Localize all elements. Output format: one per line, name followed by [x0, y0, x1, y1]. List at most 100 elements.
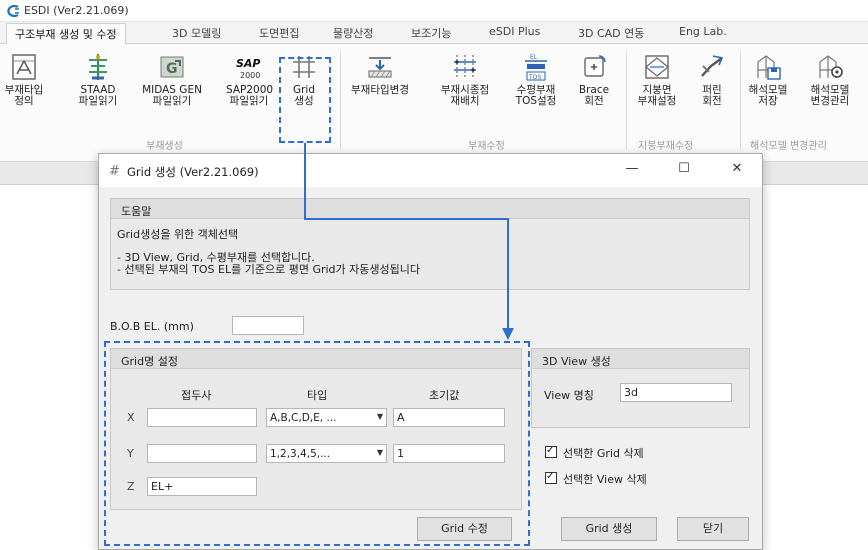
tab-eng-lab[interactable]: Eng Lab. — [679, 25, 727, 38]
dialog-close-button[interactable]: 닫기 — [677, 517, 749, 541]
grid-name-section: Grid명 설정 접두사 타입 초기값 X A,B,C,D,E, ... ▼ Y… — [110, 348, 522, 510]
minimize-button[interactable]: — — [621, 161, 643, 179]
grid-modify-button[interactable]: Grid 수정 — [417, 517, 512, 541]
z-prefix-input[interactable] — [147, 477, 257, 496]
x-initial-input[interactable] — [393, 408, 505, 427]
midas-gen-file-icon: G — [160, 56, 184, 78]
view-name-label: View 명칭 — [544, 389, 594, 402]
grid-name-title: Grid명 설정 — [121, 355, 178, 368]
purlin-rotate-button[interactable]: 퍼린 회전 — [694, 52, 730, 107]
analysis-model-save-button[interactable]: 해석모델 저장 — [744, 52, 792, 107]
app-title: ESDI (Ver2.21.069) — [24, 4, 129, 17]
analysis-model-save-icon — [757, 55, 781, 80]
group-label-analysis: 해석모델 변경관리 — [750, 141, 827, 152]
group-label-member-edit: 부재수정 — [468, 141, 505, 152]
member-type-change-button[interactable]: 부재타입변경 — [346, 52, 414, 96]
svg-text:SAP: SAP — [236, 57, 261, 70]
tab-3d-modeling[interactable]: 3D 모델링 — [172, 25, 221, 41]
member-type-define-button[interactable]: 부재타입 정의 — [2, 52, 46, 107]
tab-esdi-plus[interactable]: eSDI Plus — [489, 25, 540, 38]
tab-auxiliary[interactable]: 보조기능 — [411, 25, 451, 41]
midas-gen-import-label: MIDAS GEN 파일읽기 — [142, 84, 202, 107]
y-type-select[interactable]: 1,2,3,4,5,... ▼ — [266, 444, 387, 463]
type-column-header: 타입 — [307, 389, 328, 402]
prefix-column-header: 접두사 — [181, 389, 212, 402]
purlin-rotate-label: 퍼린 회전 — [702, 84, 722, 107]
close-button[interactable]: ✕ — [726, 161, 748, 179]
grid-create-ribbon-button[interactable]: Grid 생성 — [284, 52, 324, 107]
chevron-down-icon: ▼ — [376, 412, 383, 421]
view3d-section: 3D View 생성 View 명칭 — [531, 348, 750, 428]
roof-member-button[interactable]: 지붕면 부재설정 — [632, 52, 682, 107]
ribbon-separator — [340, 50, 341, 150]
help-line: - 선택된 부재의 TOS EL를 기준으로 평면 Grid가 자동생성됩니다 — [117, 263, 420, 276]
member-reposition-button[interactable]: 부재시종점 재배치 — [436, 52, 494, 107]
tab-drawing-edit[interactable]: 도면편집 — [259, 25, 299, 41]
roof-member-label: 지붕면 부재설정 — [637, 84, 677, 107]
tos-set-icon: EL TOS — [525, 54, 547, 81]
ribbon-separator — [740, 50, 741, 150]
delete-grid-checkbox[interactable]: ✓ — [545, 445, 557, 458]
brace-rotate-button[interactable]: Brace 회전 — [574, 52, 614, 107]
view-name-input[interactable] — [620, 383, 732, 402]
analysis-model-manage-icon — [819, 55, 843, 78]
sap2000-file-icon: SAP 2000 — [236, 57, 261, 80]
chevron-down-icon: ▼ — [376, 448, 383, 457]
roof-member-icon — [645, 55, 669, 79]
analysis-model-save-label: 해석모델 저장 — [748, 84, 788, 107]
svg-text:G: G — [166, 61, 178, 77]
sap2000-import-button[interactable]: SAP 2000 SAP2000 파일읽기 — [226, 52, 274, 107]
delete-grid-label: 선택한 Grid 삭제 — [563, 447, 644, 460]
maximize-button[interactable]: ☐ — [673, 161, 695, 179]
bob-el-label: B.O.B EL. (mm) — [110, 320, 194, 333]
grid-create-dialog: # Grid 생성 (Ver2.21.069) — ☐ ✕ 도움말 Grid생성… — [98, 153, 763, 550]
tab-structure-create-edit[interactable]: 구조부재 생성 및 수정 — [6, 23, 126, 45]
delete-view-checkbox[interactable]: ✓ — [545, 471, 557, 484]
staad-import-button[interactable]: STAAD 파일읽기 — [78, 52, 118, 107]
y-initial-input[interactable] — [393, 444, 505, 463]
svg-text:2000: 2000 — [240, 71, 260, 80]
bob-el-input[interactable] — [232, 316, 304, 335]
grid-create-button[interactable]: Grid 생성 — [561, 517, 657, 541]
member-reposition-label: 부재시종점 재배치 — [440, 84, 490, 107]
help-subheading: Grid생성을 위한 객체선택 — [117, 228, 239, 241]
delete-view-label: 선택한 View 삭제 — [563, 473, 647, 486]
dialog-title-bar: # Grid 생성 (Ver2.21.069) — ☐ ✕ — [99, 154, 762, 187]
help-header: 도움말 — [111, 199, 749, 219]
group-label-member-create: 부재생성 — [146, 141, 183, 152]
analysis-model-manage-button[interactable]: 해석모델 변경관리 — [804, 52, 856, 107]
svg-text:EL: EL — [530, 54, 538, 61]
initial-column-header: 초기값 — [429, 389, 460, 402]
z-axis-label: Z — [127, 480, 135, 493]
tab-3d-cad[interactable]: 3D CAD 연동 — [578, 25, 644, 41]
grid-icon: # — [109, 164, 120, 179]
brace-rotate-label: Brace 회전 — [578, 84, 610, 107]
app-logo-icon — [7, 5, 19, 17]
ribbon: 부재타입 정의 STAAD 파일읽기 G MIDAS GEN 파일읽기 SAP … — [0, 44, 868, 162]
midas-gen-import-button[interactable]: G MIDAS GEN 파일읽기 — [142, 52, 202, 107]
svg-text:TOS: TOS — [528, 74, 541, 81]
group-label-roof-edit: 지붕부재수정 — [638, 141, 694, 152]
check-icon: ✓ — [546, 471, 555, 482]
view3d-title: 3D View 생성 — [542, 355, 611, 368]
analysis-model-manage-label: 해석모델 변경관리 — [810, 84, 850, 107]
sap2000-import-label: SAP2000 파일읽기 — [226, 84, 274, 107]
dialog-title: Grid 생성 (Ver2.21.069) — [127, 165, 259, 179]
x-prefix-input[interactable] — [147, 408, 257, 427]
member-type-define-icon — [12, 54, 36, 80]
purlin-rotate-icon — [701, 55, 724, 77]
member-reposition-icon — [454, 55, 476, 79]
tos-set-button[interactable]: EL TOS 수평부재 TOS설정 — [510, 52, 562, 107]
view3d-header: 3D View 생성 — [532, 349, 749, 369]
tos-set-label: 수평부재 TOS설정 — [515, 84, 557, 107]
staad-file-icon — [89, 54, 107, 80]
check-icon: ✓ — [546, 445, 555, 456]
grid-create-ribbon-label: Grid 생성 — [292, 84, 316, 107]
tab-quantity[interactable]: 물량산정 — [333, 25, 373, 41]
grid-create-icon — [293, 56, 315, 78]
y-prefix-input[interactable] — [147, 444, 257, 463]
brace-rotate-icon — [584, 55, 606, 77]
member-type-define-label: 부재타입 정의 — [4, 84, 44, 107]
ribbon-tab-bar: 구조부재 생성 및 수정 3D 모델링 도면편집 물량산정 보조기능 eSDI … — [0, 22, 868, 45]
x-type-select[interactable]: A,B,C,D,E, ... ▼ — [266, 408, 387, 427]
